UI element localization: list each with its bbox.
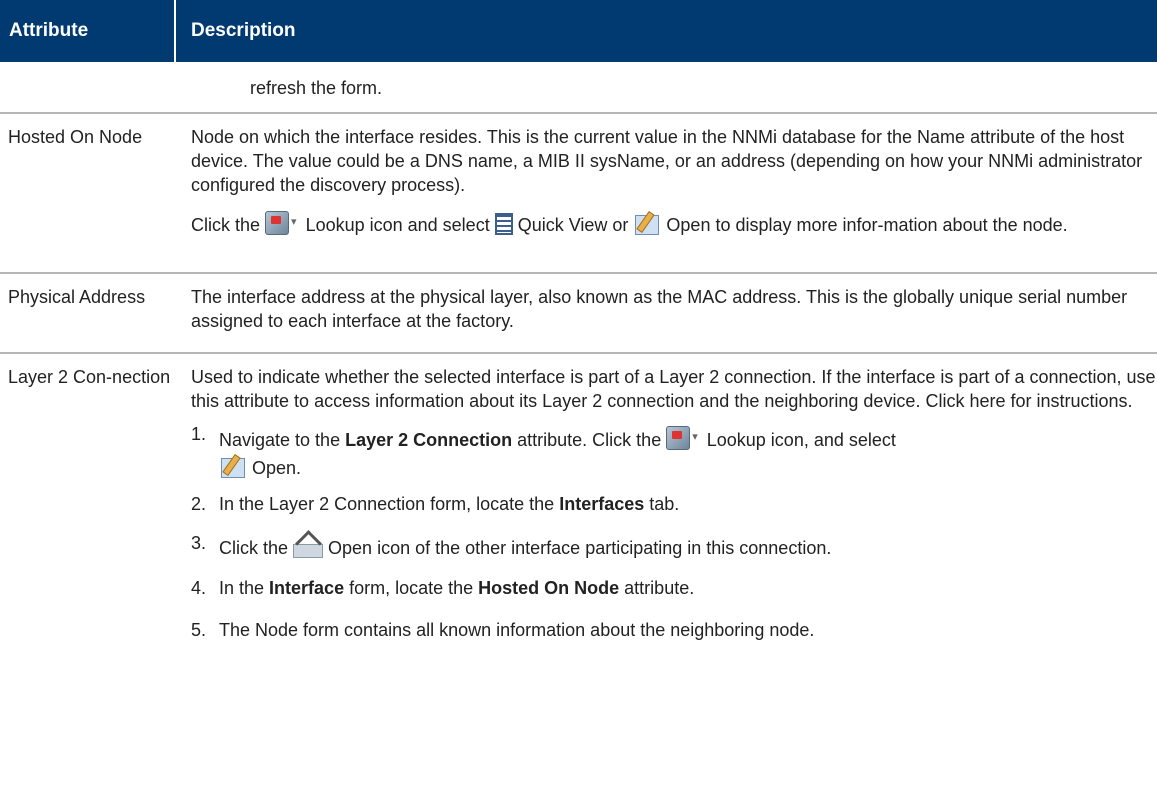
table-row: Hosted On Node Node on which the interfa… bbox=[0, 114, 1157, 274]
text-fragment: Interfaces bbox=[559, 494, 645, 514]
list-item: 1. Navigate to the Layer 2 Connection at… bbox=[191, 424, 1157, 480]
header-description: Description bbox=[191, 20, 296, 41]
lookup-icon[interactable] bbox=[265, 211, 290, 235]
dropdown-arrow-icon[interactable]: ▾ bbox=[692, 431, 698, 443]
step-text: Navigate to the Layer 2 Connection attri… bbox=[219, 425, 1157, 480]
text-fragment: Click the bbox=[219, 538, 294, 558]
text-fragment: Open. bbox=[247, 458, 302, 478]
step-number: 5. bbox=[191, 620, 207, 640]
step-text: In the Interface form, locate the Hosted… bbox=[219, 576, 1157, 606]
text-fragment: Open to display more infor-mation about … bbox=[661, 215, 1068, 235]
text-fragment: Click the bbox=[191, 215, 266, 235]
header-attribute: Attribute bbox=[0, 0, 176, 62]
text-fragment: Open icon of the other interface partici… bbox=[323, 538, 832, 558]
step-number: 4. bbox=[191, 578, 207, 598]
description-paragraph: Click the ▾ Lookup icon and select Quick… bbox=[191, 209, 1157, 237]
table-row: Layer 2 Con-nection Used to indicate whe… bbox=[0, 354, 1157, 660]
text-fragment: attribute. Click the bbox=[512, 430, 667, 450]
step-number: 1. bbox=[191, 424, 207, 444]
quick-view-icon[interactable] bbox=[494, 213, 513, 235]
dropdown-arrow-icon[interactable]: ▾ bbox=[291, 216, 297, 228]
text-fragment: Quick View or bbox=[512, 215, 634, 235]
list-item: 5. The Node form contains all known info… bbox=[191, 618, 1157, 648]
text-fragment: Hosted On Node bbox=[478, 578, 620, 598]
step-text: In the Layer 2 Connection form, locate t… bbox=[219, 492, 1157, 522]
step-text: The Node form contains all known informa… bbox=[219, 620, 815, 640]
description-paragraph: Used to indicate whether the selected in… bbox=[191, 367, 1156, 411]
row-description: Used to indicate whether the selected in… bbox=[176, 354, 1157, 660]
text-fragment: form, locate the bbox=[344, 578, 479, 598]
lookup-icon[interactable] bbox=[666, 426, 691, 450]
instruction-list: 1. Navigate to the Layer 2 Connection at… bbox=[191, 424, 1157, 648]
description-paragraph: Node on which the interface resides. Thi… bbox=[191, 127, 1143, 195]
text-fragment: Navigate to the bbox=[219, 430, 346, 450]
row-attribute: Layer 2 Con-nection bbox=[0, 354, 176, 660]
row-description: refresh the form. bbox=[250, 78, 383, 98]
row-attribute: Physical Address bbox=[0, 274, 176, 352]
open-icon[interactable] bbox=[633, 209, 661, 235]
text-fragment: Interface bbox=[269, 578, 345, 598]
text-fragment: Layer 2 Connection bbox=[345, 430, 513, 450]
table-row: refresh the form. bbox=[0, 62, 1157, 114]
open-icon[interactable] bbox=[219, 452, 247, 478]
open-form-icon[interactable] bbox=[293, 534, 324, 558]
text-fragment: attribute. bbox=[619, 578, 695, 598]
table-row: Physical Address The interface address a… bbox=[0, 274, 1157, 354]
text-fragment: Lookup icon and select bbox=[300, 215, 495, 235]
attribute-table: Attribute Description refresh the form. … bbox=[0, 0, 1157, 660]
step-number: 2. bbox=[191, 494, 207, 514]
row-description: Node on which the interface resides. Thi… bbox=[176, 114, 1157, 272]
list-item: 2. In the Layer 2 Connection form, locat… bbox=[191, 492, 1157, 522]
list-item: 4. In the Interface form, locate the Hos… bbox=[191, 576, 1157, 606]
row-attribute bbox=[0, 62, 176, 112]
step-number: 3. bbox=[191, 533, 207, 553]
text-fragment: In the Layer 2 Connection form, locate t… bbox=[219, 494, 560, 514]
text-fragment: In the bbox=[219, 578, 270, 598]
table-header: Attribute Description bbox=[0, 0, 1157, 62]
text-fragment: Lookup icon, and select bbox=[701, 430, 896, 450]
step-text: Click the Open icon of the other interfa… bbox=[219, 534, 1157, 564]
list-item: 3. Click the Open icon of the other inte… bbox=[191, 533, 1157, 564]
text-fragment: tab. bbox=[644, 494, 680, 514]
row-description: The interface address at the physical la… bbox=[191, 287, 1128, 331]
row-attribute: Hosted On Node bbox=[0, 114, 176, 272]
